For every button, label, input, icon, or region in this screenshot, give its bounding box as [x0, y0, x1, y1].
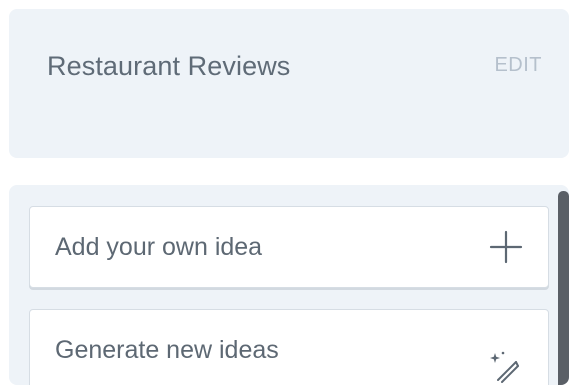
plus-icon	[489, 230, 523, 264]
topic-header-card: Restaurant Reviews EDIT	[9, 9, 569, 158]
ideas-panel: Add your own idea Generate new ideas	[9, 185, 569, 385]
ideas-scrollbar[interactable]	[558, 191, 569, 385]
topic-title: Restaurant Reviews	[47, 51, 291, 81]
add-idea-label: Add your own idea	[55, 233, 263, 261]
magic-wand-icon	[490, 351, 519, 383]
generate-ideas-button[interactable]: Generate new ideas	[29, 309, 549, 385]
edit-button[interactable]: EDIT	[494, 54, 542, 77]
add-idea-button[interactable]: Add your own idea	[29, 206, 549, 288]
generate-ideas-label: Generate new ideas	[55, 336, 279, 364]
